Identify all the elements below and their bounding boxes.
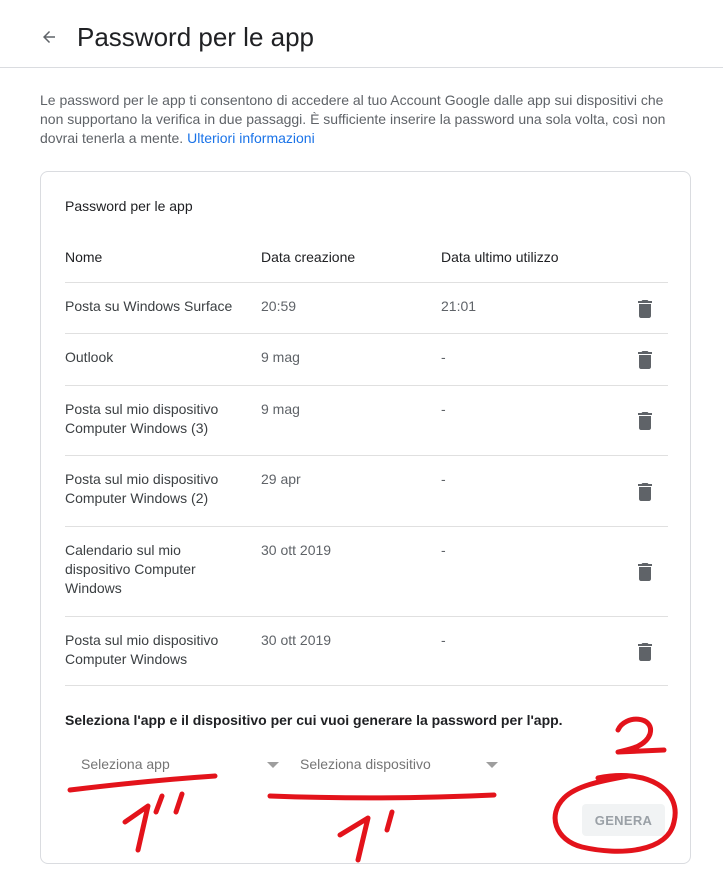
password-name: Outlook (65, 349, 114, 365)
table-row: Posta sul mio dispositivo Computer Windo… (65, 385, 668, 455)
generate-button[interactable]: GENERA (582, 804, 665, 836)
password-created: 9 mag (261, 401, 300, 417)
column-header-name: Nome (65, 249, 103, 265)
table-row: Calendario sul mio dispositivo Computer … (65, 526, 668, 616)
table-row: Posta su Windows Surface 20:59 21:01 (65, 282, 668, 333)
password-last-used: - (441, 542, 446, 558)
table-row: Outlook 9 mag - (65, 333, 668, 385)
column-header-last-used: Data ultimo utilizzo (441, 249, 559, 265)
trash-icon[interactable] (636, 299, 654, 319)
page-header: Password per le app (0, 0, 723, 68)
password-name: Posta sul mio dispositivo Computer Windo… (65, 401, 219, 436)
trash-icon[interactable] (636, 411, 654, 431)
intro-text: Le password per le app ti consentono di … (40, 91, 690, 148)
password-created: 9 mag (261, 349, 300, 365)
card-title: Password per le app (65, 198, 193, 214)
select-app-label: Seleziona app (81, 756, 170, 772)
trash-icon[interactable] (636, 482, 654, 502)
learn-more-link[interactable]: Ulteriori informazioni (187, 130, 315, 146)
password-name: Posta sul mio dispositivo Computer Windo… (65, 471, 219, 506)
dropdown-arrow-icon (486, 762, 498, 768)
password-last-used: - (441, 471, 446, 487)
select-app-dropdown[interactable]: Seleziona app (65, 747, 279, 781)
password-last-used: - (441, 349, 446, 365)
password-created: 29 apr (261, 471, 301, 487)
password-created: 30 ott 2019 (261, 542, 332, 558)
column-header-created: Data creazione (261, 249, 356, 265)
back-arrow-icon[interactable] (34, 22, 64, 52)
generate-instructions: Seleziona l'app e il dispositivo per cui… (65, 712, 563, 728)
table-row: Posta sul mio dispositivo Computer Windo… (65, 455, 668, 526)
app-passwords-card: Password per le app Nome Data creazione … (40, 171, 691, 864)
select-device-dropdown[interactable]: Seleziona dispositivo (284, 747, 498, 781)
dropdown-arrow-icon (267, 762, 279, 768)
password-created: 20:59 (261, 298, 297, 314)
password-last-used: - (441, 632, 446, 648)
trash-icon[interactable] (636, 642, 654, 662)
page-title: Password per le app (77, 22, 315, 52)
password-name: Posta su Windows Surface (65, 298, 233, 314)
password-last-used: - (441, 401, 446, 417)
table-row: Posta sul mio dispositivo Computer Windo… (65, 616, 668, 686)
password-created: 30 ott 2019 (261, 632, 332, 648)
trash-icon[interactable] (636, 350, 654, 370)
app-passwords-table: Posta su Windows Surface 20:59 21:01 Outloo… (65, 282, 668, 686)
trash-icon[interactable] (636, 562, 654, 582)
intro-paragraph: Le password per le app ti consentono di … (40, 92, 666, 146)
password-name: Posta sul mio dispositivo Computer Windo… (65, 632, 219, 667)
password-last-used: 21:01 (441, 298, 477, 314)
password-name: Calendario sul mio dispositivo Computer … (65, 542, 196, 596)
select-device-label: Seleziona dispositivo (300, 756, 431, 772)
